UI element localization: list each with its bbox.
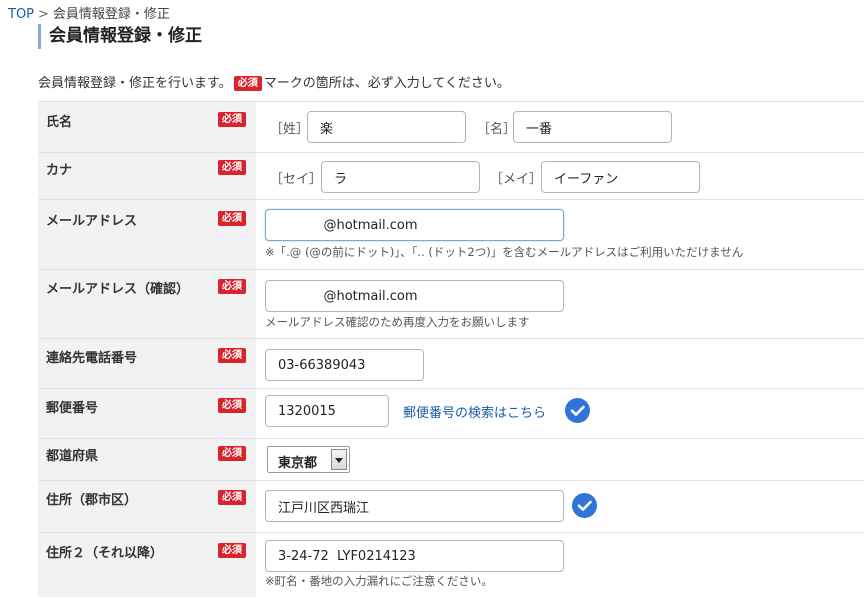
label-email: メールアドレス <box>46 214 138 229</box>
page-title: 会員情報登録・修正 <box>38 24 202 49</box>
required-badge: 必須 <box>233 76 262 91</box>
label-phone: 連絡先電話番号 <box>46 351 138 366</box>
row-label-cell: 氏名 必須 <box>38 102 256 152</box>
row-address2: 住所２（それ以降） 必須 ※町名・番地の入力漏れにご注意ください。 <box>38 533 864 597</box>
zip-search-link[interactable]: 郵便番号の検索はこちら <box>403 402 546 421</box>
row-label-cell: メールアドレス（確認） 必須 <box>38 270 256 338</box>
label-email-confirm: メールアドレス（確認） <box>46 282 190 297</box>
check-icon <box>572 493 597 518</box>
address2-input[interactable] <box>265 540 564 572</box>
intro-text-before: 会員情報登録・修正を行います。 <box>38 76 232 91</box>
row-zip: 郵便番号 必須 郵便番号の検索はこちら <box>38 389 864 439</box>
email-input[interactable] <box>265 209 564 241</box>
row-label-cell: 連絡先電話番号 必須 <box>38 339 256 388</box>
chevron-down-icon[interactable] <box>331 449 347 470</box>
breadcrumb-separator: > <box>38 7 49 22</box>
prefecture-select[interactable]: 東京都 <box>267 446 350 473</box>
last-name-input[interactable] <box>307 111 466 143</box>
intro-text-after: マークの箇所は、必ず入力してください。 <box>263 76 510 91</box>
required-badge: 必須 <box>218 490 246 505</box>
required-badge: 必須 <box>218 398 246 413</box>
row-label-cell: メールアドレス 必須 <box>38 200 256 269</box>
row-label-cell: 郵便番号 必須 <box>38 389 256 438</box>
mei-kana-prefix: ［メイ］ <box>490 172 543 187</box>
email-note: ※「.@ (@の前にドット)」、「.. (ドット2つ)」を含むメールアドレスはご… <box>265 245 744 259</box>
breadcrumb-current: 会員情報登録・修正 <box>52 7 170 22</box>
member-form: 氏名 必須 ［姓］ ［名］ カナ 必須 ［セイ］ ［メイ］ メールアドレス 必須… <box>38 101 864 597</box>
sei-kana-prefix: ［セイ］ <box>270 172 323 187</box>
address1-input[interactable] <box>265 490 564 522</box>
required-badge: 必須 <box>218 211 246 226</box>
intro-text: 会員情報登録・修正を行います。 必須 マークの箇所は、必ず入力してください。 <box>38 72 510 91</box>
row-name: 氏名 必須 ［姓］ ［名］ <box>38 102 864 153</box>
label-address2: 住所２（それ以降） <box>46 546 164 561</box>
required-badge: 必須 <box>218 446 246 461</box>
required-badge: 必須 <box>218 160 246 175</box>
required-badge: 必須 <box>218 348 246 363</box>
mei-prefix: ［名］ <box>477 122 517 137</box>
zip-input[interactable] <box>265 395 389 427</box>
sei-prefix: ［姓］ <box>270 122 310 137</box>
label-name: 氏名 <box>46 115 73 130</box>
check-icon <box>565 398 590 423</box>
first-name-kana-input[interactable] <box>541 161 700 193</box>
label-prefecture: 都道府県 <box>46 449 99 464</box>
address2-note: ※町名・番地の入力漏れにご注意ください。 <box>265 574 493 588</box>
label-zip: 郵便番号 <box>46 401 99 416</box>
prefecture-selected-value: 東京都 <box>278 456 318 471</box>
last-name-kana-input[interactable] <box>321 161 480 193</box>
row-address1: 住所（郡市区） 必須 <box>38 481 864 533</box>
first-name-input[interactable] <box>513 111 672 143</box>
phone-input[interactable] <box>265 349 424 381</box>
row-label-cell: カナ 必須 <box>38 153 256 199</box>
row-email-confirm: メールアドレス（確認） 必須 メールアドレス確認のため再度入力をお願いします <box>38 270 864 339</box>
row-phone: 連絡先電話番号 必須 <box>38 339 864 389</box>
row-kana: カナ 必須 ［セイ］ ［メイ］ <box>38 153 864 200</box>
label-kana: カナ <box>46 163 73 178</box>
row-label-cell: 住所２（それ以降） 必須 <box>38 533 256 597</box>
label-address1: 住所（郡市区） <box>46 493 138 508</box>
breadcrumb: TOP > 会員情報登録・修正 <box>8 3 170 22</box>
required-badge: 必須 <box>218 112 246 127</box>
row-prefecture: 都道府県 必須 東京都 <box>38 439 864 481</box>
row-label-cell: 都道府県 必須 <box>38 439 256 480</box>
row-email: メールアドレス 必須 ※「.@ (@の前にドット)」、「.. (ドット2つ)」を… <box>38 200 864 270</box>
required-badge: 必須 <box>218 543 246 558</box>
email-confirm-input[interactable] <box>265 280 564 312</box>
required-badge: 必須 <box>218 279 246 294</box>
breadcrumb-top-link[interactable]: TOP <box>8 7 34 22</box>
email-confirm-note: メールアドレス確認のため再度入力をお願いします <box>265 315 530 329</box>
row-label-cell: 住所（郡市区） 必須 <box>38 481 256 532</box>
